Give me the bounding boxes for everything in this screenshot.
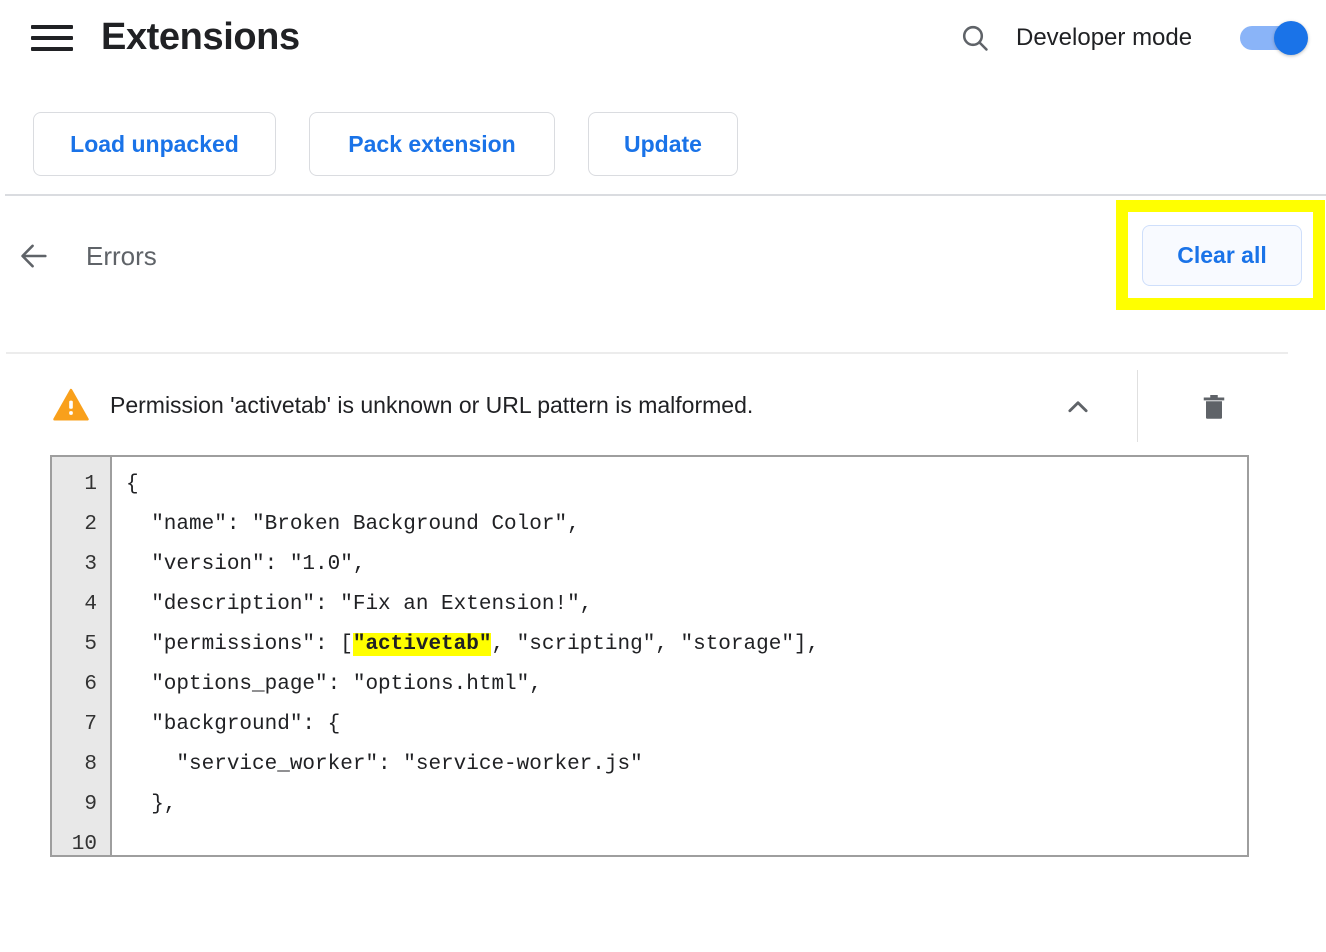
code-text: "description": "Fix an Extension!", [126,593,593,616]
arrow-left-glyph [21,244,47,268]
chevron-up-icon[interactable] [1055,384,1101,430]
error-actions-divider [1137,370,1138,442]
hamburger-bar [31,47,73,51]
search-glyph [962,25,988,51]
code-line-number: 1 [84,473,97,496]
error-message-text: Permission 'activetab' is unknown or URL… [110,392,754,418]
errors-page-title: Errors [86,241,157,271]
code-line: "options_page": "options.html", [126,665,1247,705]
arrow-left-icon[interactable] [12,234,56,278]
trash-icon[interactable] [1190,384,1238,430]
search-icon[interactable] [955,18,995,58]
code-text: "permissions": [ [126,633,353,656]
chevron-up-glyph [1068,401,1088,413]
code-line: "service_worker": "service-worker.js" [126,745,1247,785]
code-line: "description": "Fix an Extension!", [126,585,1247,625]
code-line-number: 4 [84,593,97,616]
code-line-number: 10 [71,833,97,856]
warning-glyph [53,388,89,421]
warning-triangle-icon [52,386,90,424]
hamburger-menu-icon[interactable] [31,19,73,57]
page-title: Extensions [101,16,300,58]
trash-glyph [1203,395,1225,419]
code-line-number: 7 [84,713,97,736]
code-line-number: 6 [84,673,97,696]
pack-extension-button[interactable]: Pack extension [309,112,555,176]
code-text: "name": "Broken Background Color", [126,513,580,536]
code-line: { [126,465,1247,505]
code-text: , "scripting", "storage"], [491,633,820,656]
manifest-code-viewer[interactable]: 1 2 3 4 5 6 7 8 9 10 { "name": "Broken Background… [50,455,1249,857]
code-line-number: 8 [84,753,97,776]
code-text: "background": { [126,713,341,736]
code-content-area: { "name": "Broken Background Color", "ve… [112,457,1247,855]
code-text: "version": "1.0", [126,553,366,576]
code-line: }, [126,785,1247,825]
clear-all-button[interactable]: Clear all [1142,225,1302,286]
code-text: }, [126,793,177,816]
code-line-number-gutter: 1 2 3 4 5 6 7 8 9 10 [52,457,112,855]
update-button[interactable]: Update [588,112,738,176]
highlighted-code-token: "activetab" [352,633,492,656]
code-line-number: 3 [84,553,97,576]
hamburger-bar [31,36,73,40]
errors-list-divider [6,352,1288,354]
code-line: "background": { [126,705,1247,745]
code-line: "version": "1.0", [126,545,1247,585]
load-unpacked-button[interactable]: Load unpacked [33,112,276,176]
error-list-item: Permission 'activetab' is unknown or URL… [0,360,1326,452]
code-line: "permissions": ["activetab", "scripting"… [126,625,1247,665]
code-line-number: 2 [84,513,97,536]
code-line-number: 9 [84,793,97,816]
developer-mode-label: Developer mode [1016,24,1193,51]
code-text: "service_worker": "service-worker.js" [126,753,643,776]
hamburger-bar [31,25,73,29]
code-text: { [126,473,139,496]
code-line-number: 5 [84,633,97,656]
extension-actions-toolbar: Load unpacked Pack extension Update [0,112,1326,176]
code-line: "name": "Broken Background Color", [126,505,1247,545]
code-text: "options_page": "options.html", [126,673,542,696]
toggle-knob [1274,21,1308,55]
page-header: Extensions Developer mode [0,0,1326,78]
developer-mode-toggle[interactable] [1240,21,1308,55]
